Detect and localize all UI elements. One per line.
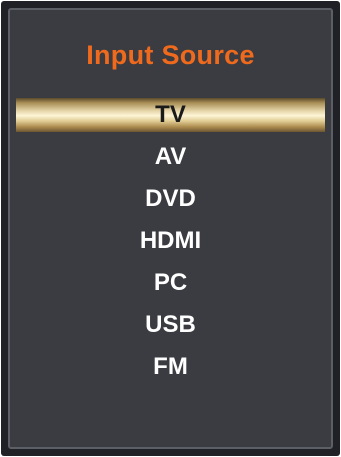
input-source-list: TV AV DVD HDMI PC USB FM [10,98,331,392]
menu-inner-panel: Input Source TV AV DVD HDMI PC USB FM [8,8,333,449]
source-item-av[interactable]: AV [10,140,331,174]
source-item-dvd[interactable]: DVD [10,182,331,216]
source-item-usb[interactable]: USB [10,308,331,342]
menu-title: Input Source [86,40,255,70]
source-item-tv[interactable]: TV [16,98,325,132]
source-item-pc[interactable]: PC [10,266,331,300]
source-item-hdmi[interactable]: HDMI [10,224,331,258]
source-item-fm[interactable]: FM [10,350,331,384]
input-source-menu: Input Source TV AV DVD HDMI PC USB FM [1,1,340,456]
